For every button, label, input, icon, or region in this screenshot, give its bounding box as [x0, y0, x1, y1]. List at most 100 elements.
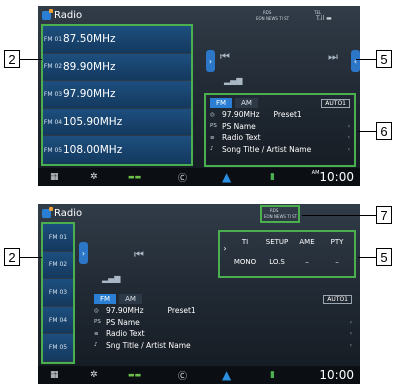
preset-item[interactable]: FM 05 108.00MHz [43, 136, 191, 164]
preset-item[interactable]: FM 02 [43, 251, 73, 280]
chevron-left-icon: ‹ [347, 145, 350, 153]
preset-item[interactable]: FM 01 [43, 224, 73, 252]
app-c-icon[interactable]: Ⓒ [178, 369, 187, 382]
radio-source-icon [42, 9, 53, 20]
ps-name-row[interactable]: PS PS Name ‹ [94, 317, 352, 329]
song-title: Sng Title / Artist Name [106, 340, 191, 350]
radio-text-icon: ≡ [94, 330, 99, 337]
preset-frequency: 108.00MHz [63, 144, 123, 157]
band-am-tab[interactable]: AM [235, 98, 258, 108]
navigation-arrow-icon[interactable]: ▲ [222, 170, 231, 184]
function-panel: › TI SETUP AME PTY MONO LO.S – – [218, 230, 356, 278]
preset-list: FM 01 87.50MHz FM 02 89.90MHz FM 03 97.90MH… [41, 24, 193, 166]
title-label: Radio [54, 208, 83, 219]
radio-text-row[interactable]: ≡ Radio Text ‹ [210, 132, 350, 144]
radio-source-badge[interactable]: ▬▬ [128, 173, 141, 181]
bottom-bar: ▦ ✲ ▬▬ Ⓒ ▲ ▮ [38, 366, 360, 384]
callout-leader [358, 257, 376, 258]
navigation-arrow-icon[interactable]: ▲ [222, 368, 231, 382]
status-indicators: EON NEWS TI ST [256, 16, 290, 21]
chevron-left-icon: ‹ [349, 318, 352, 326]
empty-function-button[interactable]: – [292, 258, 322, 266]
screen-title: Radio [42, 207, 83, 219]
close-function-panel-icon[interactable]: › [220, 244, 230, 253]
band-am-tab[interactable]: AM [119, 294, 142, 304]
ps-name: PS Name [106, 317, 140, 327]
clock-time: 10:00 [319, 170, 354, 184]
grid-menu-icon[interactable]: ▦ [50, 370, 59, 380]
preset-item[interactable]: FM 04 105.90MHz [43, 108, 191, 137]
preset-item[interactable]: FM 01 87.50MHz [43, 26, 191, 54]
music-note-icon: ♪ [210, 146, 214, 153]
seek-mode-button[interactable]: AUTO1 [321, 98, 350, 108]
callout-2: 2 [4, 50, 20, 68]
expand-list-tab[interactable]: › [79, 242, 88, 264]
chevron-left-icon: ‹ [349, 330, 352, 338]
mono-button[interactable]: MONO [230, 258, 260, 266]
ps-name-row[interactable]: PS PS Name ‹ [210, 121, 350, 133]
radio-text: Radio Text [106, 329, 145, 339]
callout-5: 5 [376, 50, 392, 68]
frequency-value: 97.90MHz [106, 306, 144, 316]
status-rds: RDS [263, 10, 272, 15]
station-info-panel: FM AM AUTO1 ◎ 97.90MHz Preset1 PS PS Name ‹ … [90, 291, 356, 365]
open-function-panel-tab[interactable]: ‹ [351, 50, 360, 72]
preset-number: FM 03 [43, 90, 63, 98]
preset-frequency: 105.90MHz [63, 116, 123, 129]
clock: AM10:00 [312, 170, 354, 184]
frequency-row: ◎ 97.90MHz Preset1 [94, 305, 352, 317]
ps-label: PS [94, 319, 101, 326]
phone-icon[interactable]: ▮ [270, 172, 275, 182]
screen-title: Radio [42, 9, 83, 21]
seek-back-icon[interactable]: ⏮ [134, 248, 144, 262]
empty-function-button[interactable]: – [322, 258, 352, 266]
callout-leader [358, 131, 376, 132]
callout-5: 5 [376, 248, 392, 266]
seek-mode-button[interactable]: AUTO1 [323, 294, 352, 304]
signal-icon: T.il ▬ [316, 15, 332, 22]
preset-number: FM 02 [43, 63, 63, 71]
clock-time: 10:00 [319, 368, 354, 382]
ti-button[interactable]: TI [230, 238, 260, 246]
collapse-list-tab[interactable]: › [206, 50, 215, 72]
radio-text-icon: ≡ [210, 134, 215, 141]
radio-text: Radio Text [222, 133, 261, 143]
preset-item[interactable]: FM 03 97.90MHz [43, 81, 191, 109]
title-label: Radio [54, 10, 83, 21]
radio-source-badge[interactable]: ▬▬ [128, 371, 141, 379]
preset-number: FM 04 [43, 118, 63, 126]
tuner-icon: ◎ [210, 111, 215, 118]
song-row[interactable]: ♪ Sng Title / Artist Name ‹ [94, 340, 352, 352]
band-fm-tab[interactable]: FM [210, 98, 233, 108]
seek-back-icon[interactable]: ⏮ [220, 50, 230, 64]
preset-item[interactable]: FM 03 [43, 279, 73, 307]
callout-6: 6 [376, 122, 392, 140]
pty-button[interactable]: PTY [322, 238, 352, 246]
preset-number: FM 05 [43, 146, 63, 154]
settings-gear-icon[interactable]: ✲ [90, 370, 98, 380]
ps-label: PS [210, 123, 217, 130]
grid-menu-icon[interactable]: ▦ [50, 172, 59, 182]
app-c-icon[interactable]: Ⓒ [178, 171, 187, 184]
seek-forward-icon[interactable]: ⏭ [328, 50, 338, 64]
phone-icon[interactable]: ▮ [270, 370, 275, 380]
radio-text-row[interactable]: ≡ Radio Text ‹ [94, 328, 352, 340]
status-indicators: EON NEWS TI ST [264, 214, 298, 219]
preset-number: FM 01 [43, 35, 63, 43]
radio-screen-list-view: Radio RDS EON NEWS TI ST TEL T.il ▬ FM 0… [38, 6, 360, 186]
preset-item[interactable]: FM 02 89.90MHz [43, 53, 191, 82]
callout-7: 7 [376, 206, 392, 224]
band-fm-tab[interactable]: FM [94, 294, 117, 304]
los-button[interactable]: LO.S [262, 258, 292, 266]
settings-gear-icon[interactable]: ✲ [90, 172, 98, 182]
setup-button[interactable]: SETUP [262, 238, 292, 246]
song-row[interactable]: ♪ Song Title / Artist Name ‹ [210, 144, 350, 156]
frequency-row: ◎ 97.90MHz Preset1 [210, 109, 350, 121]
ame-button[interactable]: AME [292, 238, 322, 246]
preset-item[interactable]: FM 05 [43, 334, 73, 362]
callout-leader [20, 257, 42, 258]
preset-item[interactable]: FM 04 [43, 306, 73, 335]
callout-leader [20, 59, 42, 60]
preset-frequency: 87.50MHz [63, 33, 116, 46]
equalizer-icon: ▂▄▆ [102, 274, 121, 283]
